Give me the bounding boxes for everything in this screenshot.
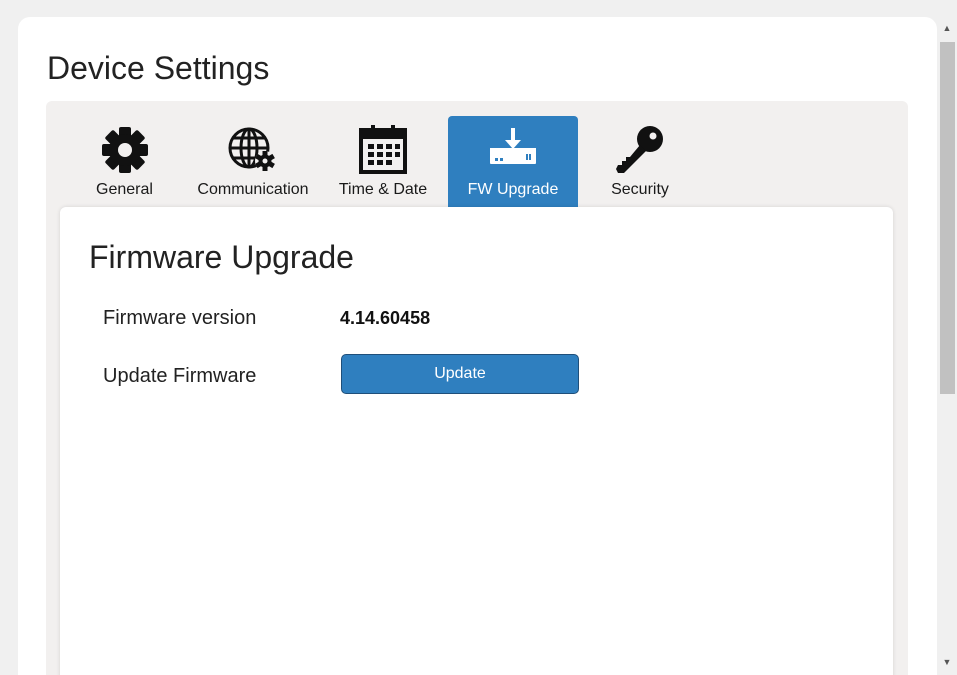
tab-communication-label: Communication bbox=[197, 181, 309, 198]
tab-general-label: General bbox=[96, 181, 153, 198]
tab-security[interactable]: Security bbox=[594, 116, 686, 207]
update-firmware-label: Update Firmware bbox=[103, 365, 257, 387]
firmware-version-label: Firmware version bbox=[103, 307, 257, 329]
gear-icon bbox=[76, 124, 173, 176]
tab-fw-upgrade[interactable]: FW Upgrade bbox=[448, 116, 578, 207]
tab-security-label: Security bbox=[611, 181, 669, 198]
firmware-version-value: 4.14.60458 bbox=[340, 308, 431, 328]
firmware-download-icon bbox=[448, 124, 578, 176]
page-title: Device Settings bbox=[47, 50, 270, 86]
scroll-thumb[interactable] bbox=[940, 42, 955, 394]
key-icon bbox=[594, 124, 686, 176]
calendar-icon bbox=[332, 124, 434, 176]
scrollbar[interactable]: ▲ ▼ bbox=[937, 17, 957, 675]
globe-gear-icon bbox=[192, 124, 314, 176]
device-settings-card: Device Settings General Communication Ti… bbox=[18, 17, 937, 675]
tab-time-date[interactable]: Time & Date bbox=[332, 116, 434, 207]
tabs-panel: General Communication Time & Date FW Upg… bbox=[46, 101, 908, 675]
scroll-down-arrow[interactable]: ▼ bbox=[937, 653, 957, 671]
update-button[interactable]: Update bbox=[341, 354, 579, 394]
section-title: Firmware Upgrade bbox=[89, 239, 354, 275]
scroll-up-arrow[interactable]: ▲ bbox=[937, 19, 957, 37]
tab-communication[interactable]: Communication bbox=[192, 116, 314, 207]
tab-general[interactable]: General bbox=[76, 116, 173, 207]
tab-fw-upgrade-label: FW Upgrade bbox=[467, 181, 559, 198]
firmware-upgrade-panel: Firmware Upgrade Firmware version 4.14.6… bbox=[60, 207, 893, 675]
tab-time-date-label: Time & Date bbox=[338, 181, 428, 198]
